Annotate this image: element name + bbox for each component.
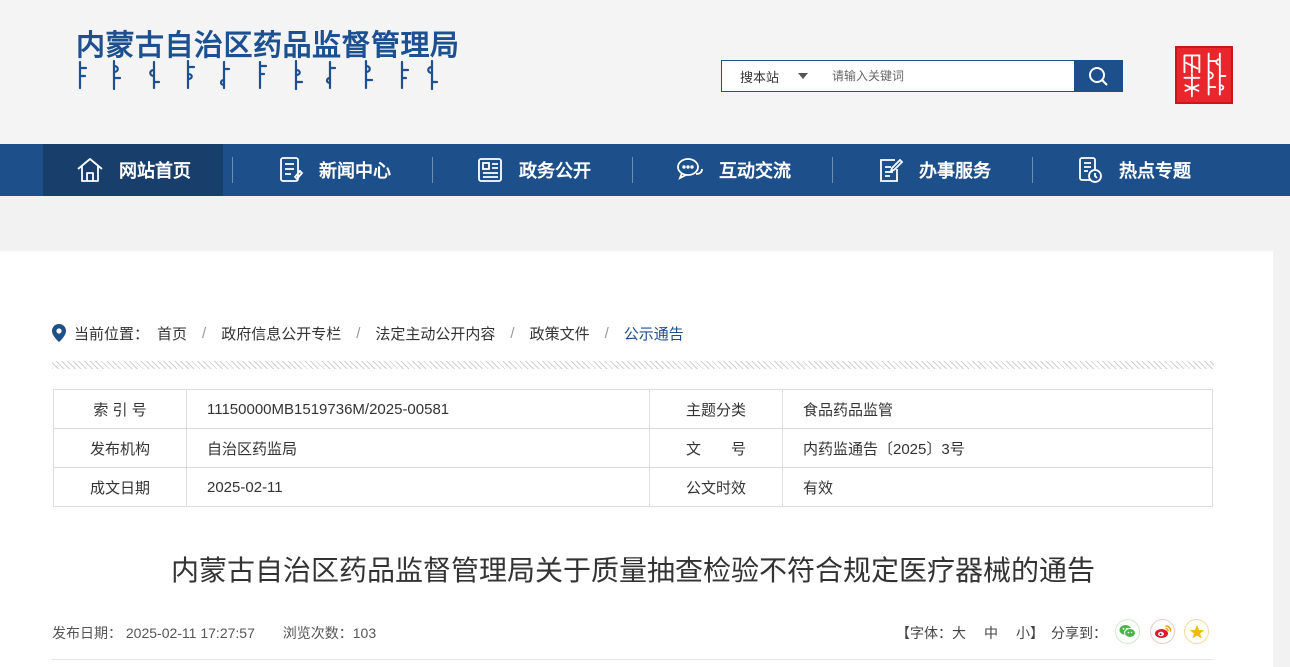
meta-label: 公文时效: [649, 467, 783, 507]
breadcrumb-separator: /: [604, 324, 609, 342]
share-label: 分享到：: [1051, 625, 1107, 641]
news-icon: [275, 155, 305, 185]
government-icon: [475, 155, 505, 185]
font-size-medium[interactable]: 中: [984, 625, 998, 641]
breadcrumb-gov-info[interactable]: 政府信息公开专栏: [221, 323, 341, 344]
chat-icon: [675, 155, 705, 185]
site-header: 内蒙古自治区药品监督管理局 搜本站: [0, 0, 1290, 144]
breadcrumb-label: 当前位置：: [74, 325, 150, 343]
font-size-large[interactable]: 大: [952, 625, 966, 641]
meta-label: 文 号: [649, 428, 783, 468]
nav-item-home[interactable]: 网站首页: [43, 144, 223, 196]
service-icon: [875, 155, 905, 185]
weibo-icon: [1154, 625, 1171, 638]
meta-value: 食品药品监管: [782, 389, 1213, 429]
meta-label: 成文日期: [53, 467, 187, 507]
nav-label-news: 新闻中心: [319, 161, 391, 181]
meta-label: 索 引 号: [53, 389, 187, 429]
breadcrumb-notices[interactable]: 公示通告: [624, 323, 684, 344]
table-row: 索 引 号 11150000MB1519736M/2025-00581 主题分类…: [53, 389, 1213, 429]
search-icon: [1089, 67, 1108, 86]
meta-value: 2025-02-11: [186, 467, 650, 507]
nav-item-service[interactable]: 办事服务: [843, 144, 1023, 196]
nav-label-topics: 热点专题: [1119, 161, 1191, 181]
nav-divider: [832, 157, 833, 183]
meta-value: 有效: [782, 467, 1213, 507]
table-row: 发布机构 自治区药监局 文 号 内药监通告〔2025〕3号: [53, 428, 1213, 468]
article-panel: 当前位置： 首页 / 政府信息公开专栏 / 法定主动公开内容 / 政策文件 / …: [0, 251, 1273, 667]
font-size-label: 【字体：: [896, 625, 952, 641]
star-icon: [1189, 624, 1204, 638]
share-weibo-button[interactable]: [1150, 619, 1175, 644]
meta-label: 发布机构: [53, 428, 187, 468]
font-size-switcher: 【字体：大 中 小】: [896, 623, 1044, 643]
main-nav: 网站首页 新闻中心 政务公开 互动交流 办事服务 热点专题: [0, 144, 1290, 196]
meta-label: 主题分类: [649, 389, 783, 429]
meta-value: 自治区药监局: [186, 428, 650, 468]
divider: [52, 659, 1214, 660]
topic-icon: [1075, 155, 1105, 185]
font-size-small[interactable]: 小】: [1016, 625, 1044, 641]
wechat-icon: [1119, 625, 1136, 638]
nav-label-service: 办事服务: [919, 161, 991, 181]
nav-item-government[interactable]: 政务公开: [443, 144, 623, 196]
nav-item-interaction[interactable]: 互动交流: [643, 144, 823, 196]
search-button[interactable]: [1074, 61, 1122, 91]
meta-value: 11150000MB1519736M/2025-00581: [186, 389, 650, 429]
nav-label-government: 政务公开: [519, 161, 591, 181]
breadcrumb-separator: /: [510, 324, 515, 342]
breadcrumb: 当前位置： 首页 / 政府信息公开专栏 / 法定主动公开内容 / 政策文件 / …: [52, 321, 684, 345]
table-row: 成文日期 2025-02-11 公文时效 有效: [53, 467, 1213, 507]
location-pin-icon: [52, 324, 66, 342]
nav-label-home: 网站首页: [119, 161, 191, 181]
search-input[interactable]: [818, 61, 1074, 91]
share-qzone-button[interactable]: [1184, 619, 1209, 644]
nav-label-interaction: 互动交流: [719, 161, 791, 181]
breadcrumb-separator: /: [356, 324, 361, 342]
seal-logo: [1175, 46, 1233, 104]
nav-divider: [432, 157, 433, 183]
search-scope-select[interactable]: 搜本站: [722, 61, 818, 91]
publish-date: 发布日期： 2025-02-11 17:27:57: [52, 625, 255, 641]
breadcrumb-separator: /: [202, 324, 207, 342]
search-box: 搜本站: [721, 60, 1123, 92]
breadcrumb-active-disclosure[interactable]: 法定主动公开内容: [375, 323, 495, 344]
hatched-divider: [52, 361, 1214, 369]
mongolian-script-title: [76, 58, 440, 92]
nav-divider: [632, 157, 633, 183]
nav-item-topics[interactable]: 热点专题: [1043, 144, 1223, 196]
breadcrumb-policy-docs[interactable]: 政策文件: [530, 323, 590, 344]
document-meta-table: 索 引 号 11150000MB1519736M/2025-00581 主题分类…: [53, 389, 1213, 507]
view-count: 浏览次数：103: [282, 625, 377, 641]
chevron-down-icon: [798, 73, 808, 79]
article-info: 发布日期： 2025-02-11 17:27:57 浏览次数：103: [52, 623, 400, 643]
article-title: 内蒙古自治区药品监督管理局关于质量抽查检验不符合规定医疗器械的通告: [170, 555, 1095, 586]
nav-divider: [1032, 157, 1033, 183]
meta-value: 内药监通告〔2025〕3号: [782, 428, 1213, 468]
nav-item-news[interactable]: 新闻中心: [243, 144, 423, 196]
search-scope-label: 搜本站: [740, 69, 780, 85]
home-icon: [75, 155, 105, 185]
nav-divider: [232, 157, 233, 183]
share-wechat-button[interactable]: [1115, 619, 1140, 644]
breadcrumb-home[interactable]: 首页: [157, 323, 187, 344]
